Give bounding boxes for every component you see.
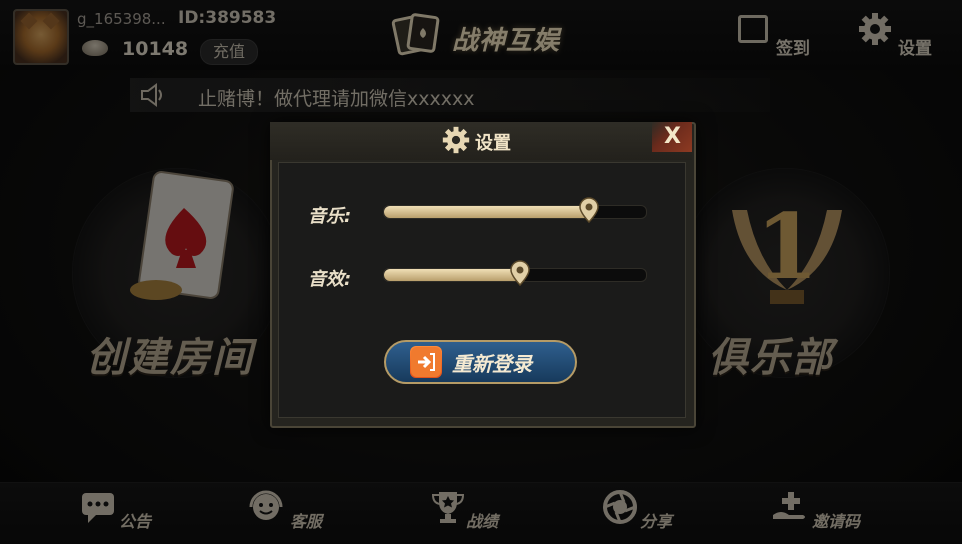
music-slider-handle[interactable] xyxy=(579,197,599,223)
close-button[interactable]: X xyxy=(652,122,692,152)
dialog-title: 设置 xyxy=(475,133,511,154)
relogin-icon[interactable] xyxy=(410,346,442,378)
gear-icon xyxy=(442,126,470,154)
music-label: 音乐: xyxy=(308,206,352,227)
music-slider-fill xyxy=(384,206,590,218)
music-slider[interactable] xyxy=(383,205,647,219)
relogin-label[interactable]: 重新登录 xyxy=(452,348,532,377)
sfx-slider-fill xyxy=(384,269,521,281)
game-lobby: g_165398... ID:389583 10148 充值 战神互娱 签到 设… xyxy=(0,0,962,544)
sfx-label: 音效: xyxy=(308,269,352,290)
sfx-slider-handle[interactable] xyxy=(510,260,530,286)
close-icon[interactable]: X xyxy=(664,124,681,149)
